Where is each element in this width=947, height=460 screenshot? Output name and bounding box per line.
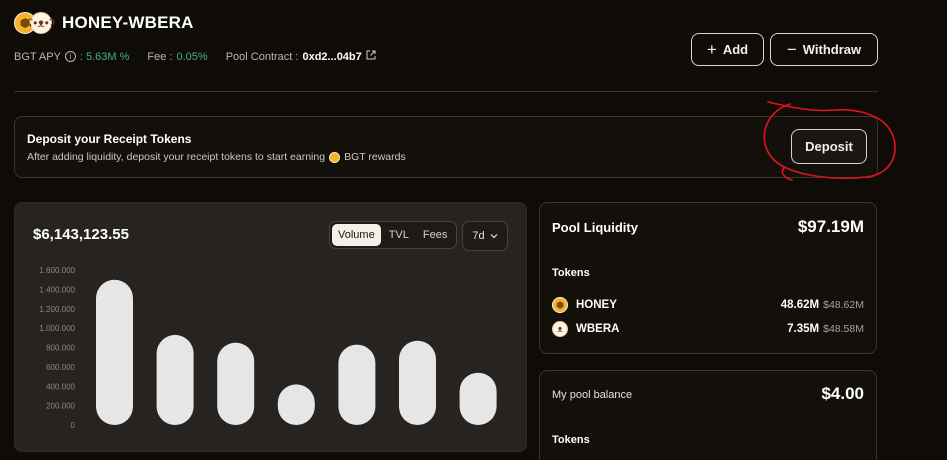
page-title: HONEY-WBERA: [62, 13, 194, 32]
add-button-label: Add: [722, 42, 749, 57]
balance-tokens-label: Tokens: [552, 434, 590, 446]
bgt-icon: [329, 151, 341, 163]
contract-label: Pool Contract :: [225, 50, 299, 63]
withdraw-button[interactable]: − Withdraw: [770, 33, 878, 66]
plus-icon: +: [706, 40, 717, 59]
chart-bar[interactable]: [217, 342, 255, 425]
chart-bar[interactable]: [338, 344, 376, 425]
honey-token-icon: ⬢: [552, 297, 568, 313]
deposit-subtitle-text: After adding liquidity, deposit your rec…: [27, 151, 326, 163]
y-tick-label: 1.200.000: [39, 305, 75, 314]
wbera-token-icon: ʕ•ᴥ•ʔ: [27, 12, 55, 34]
token-amount: 7.35M: [787, 323, 820, 335]
token-name: WBERA: [576, 323, 620, 335]
add-liquidity-button[interactable]: + Add: [691, 33, 764, 66]
chart-bar[interactable]: [459, 372, 497, 425]
y-tick-label: 0: [71, 421, 76, 430]
minus-icon: −: [786, 40, 797, 59]
chart-bar[interactable]: [96, 279, 133, 425]
deposit-button[interactable]: Deposit: [791, 129, 867, 164]
pool-header: ⬢ ʕ•ᴥ•ʔ HONEY-WBERA: [14, 10, 194, 36]
y-tick-label: 200.000: [46, 402, 75, 411]
token-usd-value: $48.58M: [823, 323, 864, 335]
token-pair-icons: ⬢ ʕ•ᴥ•ʔ: [14, 12, 55, 34]
pool-token-row: ⬢ HONEY 48.62M $48.62M: [552, 295, 864, 315]
my-pool-balance-title: My pool balance: [552, 389, 633, 401]
pool-tokens-label: Tokens: [552, 267, 590, 279]
pool-liquidity-title: Pool Liquidity: [552, 220, 638, 235]
volume-bar-chart: 1.600.000 1.400.000 1.200.000 1.000.000 800.…: [39, 266, 497, 430]
pool-liquidity-total: $97.19M: [797, 217, 864, 236]
deposit-subtitle: After adding liquidity, deposit your rec…: [27, 151, 406, 163]
y-tick-label: 1.000.000: [39, 324, 75, 333]
pool-token-row: ᴥ WBERA 7.35M $48.58M: [552, 319, 864, 339]
wbera-token-icon: ᴥ: [552, 321, 568, 337]
apy-label: BGT APY: [14, 50, 61, 63]
apy-value: : 5.63M %: [79, 50, 130, 63]
chart-bar[interactable]: [399, 340, 436, 425]
fee-label: Fee :: [147, 50, 173, 63]
y-tick-label: 1.600.000: [39, 266, 75, 275]
chart-bar[interactable]: [156, 334, 194, 425]
y-tick-label: 1.400.000: [39, 285, 75, 294]
y-tick-label: 800.000: [46, 344, 75, 353]
deposit-title: Deposit your Receipt Tokens: [27, 132, 192, 146]
deposit-receipt-card: Deposit your Receipt Tokens After adding…: [14, 116, 878, 178]
pool-liquidity-card: Pool Liquidity $97.19M Tokens ⬢ HONEY 48…: [539, 202, 877, 354]
y-tick-label: 600.000: [46, 363, 75, 372]
deposit-subtitle-suffix: BGT rewards: [344, 151, 406, 163]
withdraw-button-label: Withdraw: [802, 42, 862, 57]
volume-chart-card: $6,143,123.55 Volume TVL Fees 7d 1.600.0…: [14, 202, 527, 452]
my-pool-balance-card: My pool balance $4.00 Tokens: [539, 370, 877, 460]
my-pool-balance-total: $4.00: [821, 384, 864, 403]
chart-bar[interactable]: [277, 384, 315, 425]
token-amount: 48.62M: [780, 299, 820, 311]
external-link-icon[interactable]: [366, 50, 376, 63]
divider: [14, 91, 878, 92]
token-name: HONEY: [576, 299, 617, 311]
token-usd-value: $48.62M: [823, 299, 864, 311]
fee-value: 0.05%: [176, 50, 208, 63]
y-tick-label: 400.000: [46, 382, 75, 391]
contract-address-link[interactable]: 0xd2...04b7: [302, 51, 361, 63]
info-icon[interactable]: i: [64, 51, 76, 62]
pool-meta: BGT APY i : 5.63M % Fee : 0.05% Pool Con…: [14, 50, 376, 63]
